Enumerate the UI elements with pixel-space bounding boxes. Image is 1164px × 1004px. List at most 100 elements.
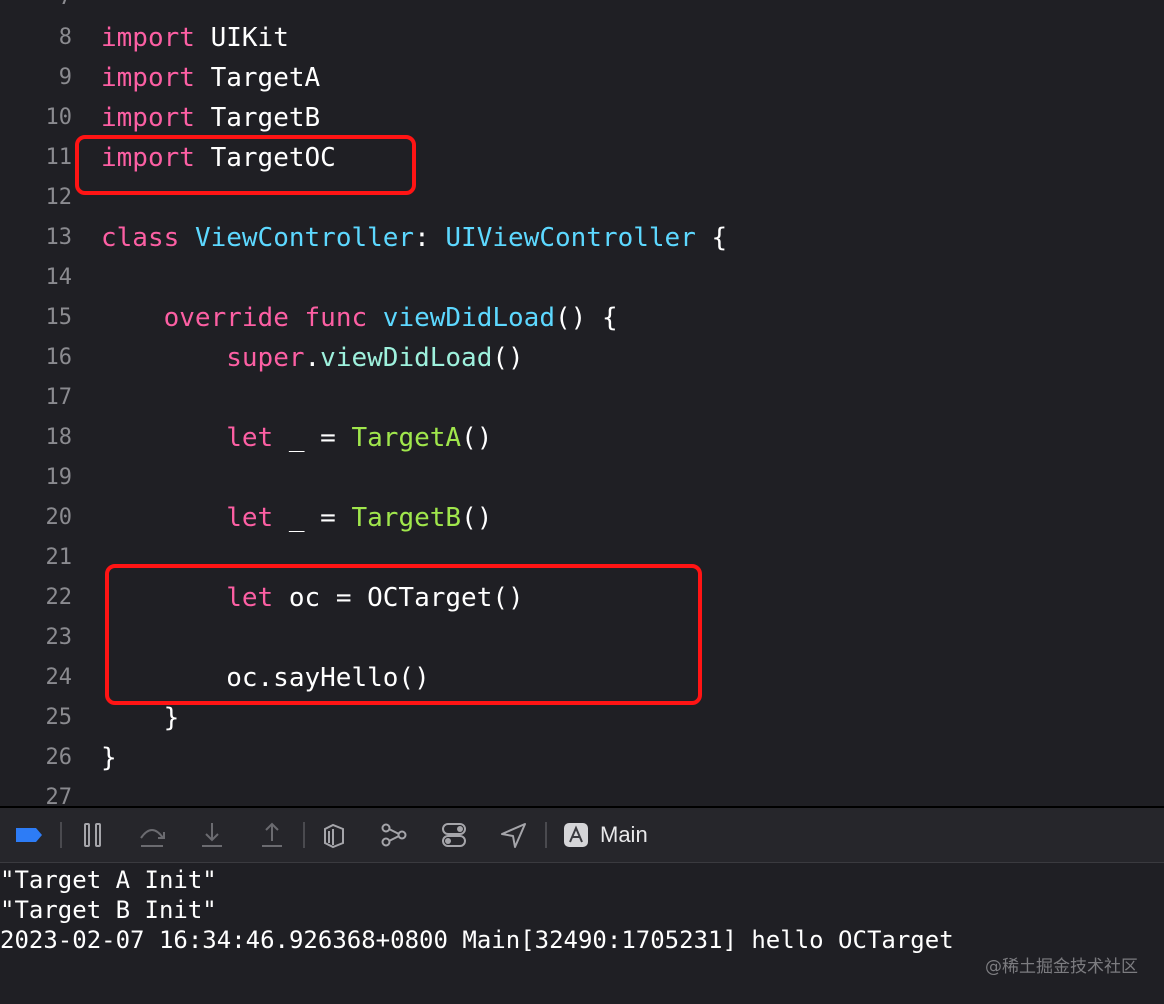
line-number: 10 — [45, 105, 73, 130]
pause-icon[interactable] — [78, 820, 108, 850]
console-line: 2023-02-07 16:34:46.926368+0800 Main[324… — [0, 926, 954, 954]
line-number: 14 — [45, 265, 73, 290]
code-token: _ = — [273, 503, 352, 533]
code-token: { — [695, 223, 728, 253]
line-number: 16 — [45, 345, 73, 370]
code-line[interactable]: 13 class ViewController: UIViewController… — [0, 218, 1164, 258]
code-line[interactable]: 26} — [0, 738, 1164, 778]
debug-toolbar: Main — [0, 808, 1164, 863]
code-token: TargetB — [351, 503, 462, 533]
code-text: import TargetB — [101, 98, 320, 138]
code-line[interactable]: 20 let _ = TargetB() — [0, 498, 1164, 538]
toolbar-separator — [303, 822, 305, 848]
line-number: 21 — [45, 545, 73, 570]
console-line: "Target A Init" — [0, 866, 217, 894]
code-token: () { — [554, 303, 618, 333]
app-icon[interactable] — [563, 822, 589, 848]
simulate-location-icon[interactable] — [499, 820, 529, 850]
code-token: func — [304, 303, 368, 333]
scheme-label[interactable]: Main — [600, 820, 648, 850]
code-token: super — [226, 343, 305, 373]
step-over-icon[interactable] — [137, 820, 167, 850]
code-token: _ = — [273, 423, 352, 453]
highlight-box-import — [75, 135, 416, 195]
environment-overrides-icon[interactable] — [439, 820, 469, 850]
code-token: class — [101, 223, 180, 253]
code-token: TargetA — [194, 63, 321, 93]
code-token: import — [101, 23, 195, 53]
line-number: 9 — [58, 65, 72, 90]
code-line[interactable]: 14 — [0, 258, 1164, 298]
code-text: super.viewDidLoad() — [101, 338, 524, 378]
code-token: import — [101, 63, 195, 93]
code-token: import — [101, 103, 195, 133]
toolbar-separator — [545, 822, 547, 848]
toolbar-separator — [60, 822, 62, 848]
code-line[interactable]: 7 — [0, 0, 1164, 18]
code-line[interactable]: 10 import TargetB — [0, 98, 1164, 138]
debug-view-hierarchy-icon[interactable] — [319, 820, 349, 850]
line-number: 23 — [45, 625, 73, 650]
line-number: 8 — [58, 25, 72, 50]
memory-graph-icon[interactable] — [379, 820, 409, 850]
code-token: TargetA — [351, 423, 462, 453]
breakpoints-toggle-icon[interactable] — [14, 820, 44, 850]
code-text: let _ = TargetA() — [101, 418, 492, 458]
line-number: 11 — [45, 145, 73, 170]
line-number: 26 — [45, 745, 73, 770]
step-out-icon[interactable] — [257, 820, 287, 850]
line-number: 24 — [45, 665, 73, 690]
line-number: 20 — [45, 505, 73, 530]
code-token: viewDidLoad — [382, 303, 555, 333]
line-number: 19 — [45, 465, 73, 490]
console-output[interactable]: "Target A Init" "Target B Init" 2023-02-07… — [0, 863, 1164, 1004]
code-line[interactable]: 27 — [0, 778, 1164, 806]
code-token: ViewController — [194, 223, 415, 253]
code-token: : — [414, 223, 446, 253]
code-token: . — [304, 343, 321, 373]
code-text: override func viewDidLoad() { — [101, 298, 618, 338]
code-token: UIKit — [194, 23, 289, 53]
code-text: import TargetA — [101, 58, 320, 98]
line-number: 7 — [0, 0, 72, 18]
code-line[interactable]: 16 super.viewDidLoad() — [0, 338, 1164, 378]
code-line[interactable]: 9 import TargetA — [0, 58, 1164, 98]
code-token: } — [101, 743, 117, 773]
code-line[interactable]: 19 — [0, 458, 1164, 498]
console-line: "Target B Init" — [0, 896, 217, 924]
line-number: 27 — [45, 785, 73, 806]
code-text: import UIKit — [101, 18, 289, 58]
watermark: @稀土掘金技术社区 — [985, 957, 1138, 977]
code-text: let _ = TargetB() — [101, 498, 492, 538]
code-line[interactable]: 8 import UIKit — [0, 18, 1164, 58]
code-token: () — [461, 503, 493, 533]
code-text: class ViewController: UIViewController { — [101, 218, 727, 258]
code-token: } — [101, 703, 180, 733]
code-line[interactable]: 15 override func viewDidLoad() { — [0, 298, 1164, 338]
code-token: let — [226, 423, 274, 453]
line-number: 25 — [45, 705, 73, 730]
code-token: UIViewController — [445, 223, 696, 253]
code-token: let — [226, 503, 274, 533]
code-token: override — [163, 303, 289, 333]
line-number: 13 — [45, 225, 73, 250]
code-token: viewDidLoad — [320, 343, 493, 373]
code-token: TargetB — [194, 103, 321, 133]
line-number: 22 — [45, 585, 73, 610]
code-line[interactable]: 17 — [0, 378, 1164, 418]
code-line[interactable]: 18 let _ = TargetA() — [0, 418, 1164, 458]
highlight-box-octarget — [105, 564, 702, 705]
line-number: 18 — [45, 425, 73, 450]
code-token: () — [492, 343, 524, 373]
code-text: } — [101, 738, 117, 778]
line-number: 12 — [45, 185, 73, 210]
code-token: () — [461, 423, 493, 453]
step-into-icon[interactable] — [197, 820, 227, 850]
